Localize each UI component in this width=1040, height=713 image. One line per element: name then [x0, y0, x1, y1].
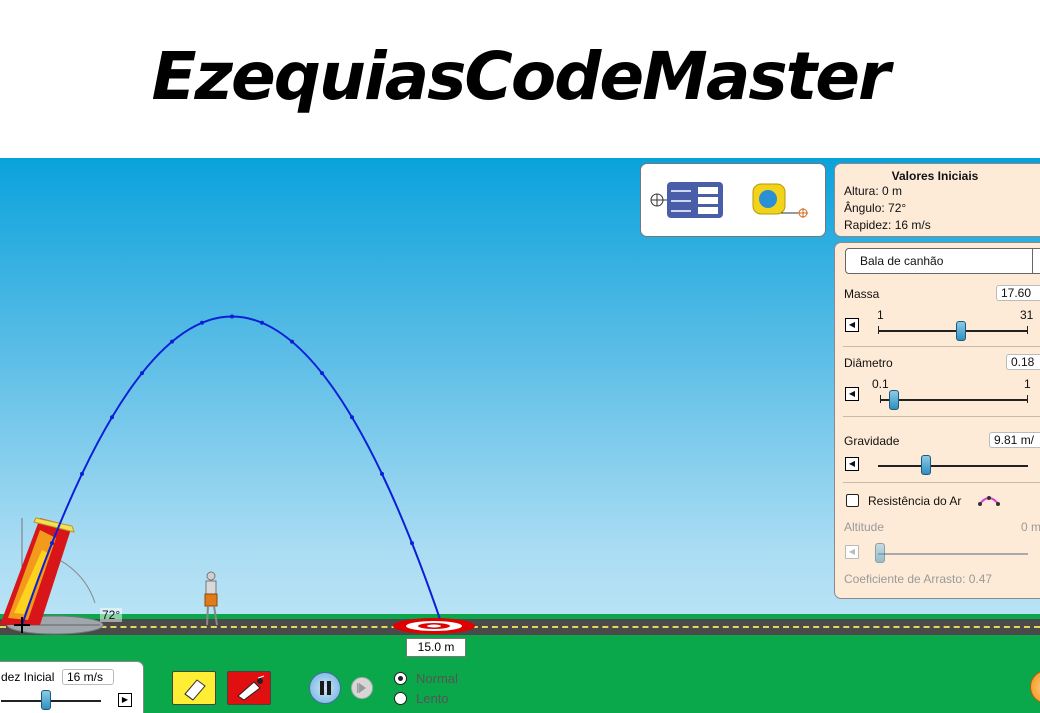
trajectory-time-marker [200, 320, 204, 325]
banner-title: EzequiasCodeMaster [151, 38, 890, 115]
initial-values-title: Valores Iniciais [891, 169, 979, 183]
mass-slider-track[interactable] [878, 330, 1028, 332]
pause-button[interactable] [309, 672, 341, 704]
projectile-properties-panel: Bala de canhão Massa 17.60 ◀ 1 31 Diâmet… [834, 242, 1040, 599]
mass-min: 1 [877, 308, 884, 322]
diameter-slider-track[interactable] [880, 399, 1028, 401]
gravity-slider-thumb[interactable] [921, 455, 931, 475]
altitude-label: Altitude [844, 520, 885, 534]
mass-slider-thumb[interactable] [956, 321, 966, 341]
trajectory-time-marker [290, 339, 294, 344]
initial-speed-panel: dez Inicial 16 m/s ▶ [0, 661, 144, 713]
gravity-value[interactable]: 9.81 m/ [989, 432, 1040, 448]
pause-icon [320, 681, 331, 695]
trajectory-time-marker [380, 471, 384, 476]
eraser-icon [184, 679, 206, 701]
trajectory-time-marker [260, 320, 264, 325]
speed-slow-radio[interactable] [394, 692, 407, 705]
initial-speed: Rapidez: 16 m/s [844, 218, 931, 232]
fire-button[interactable] [227, 671, 271, 705]
mass-tick-min [878, 326, 879, 334]
separator [843, 346, 1040, 347]
step-button[interactable] [351, 677, 373, 699]
speed-normal-label[interactable]: Normal [416, 671, 458, 686]
launch-angle-label[interactable]: 72° [100, 608, 123, 622]
eraser-button[interactable] [172, 671, 216, 705]
projectile-trajectory [21, 315, 443, 626]
gravity-slider-track[interactable] [878, 465, 1028, 467]
select-divider [1032, 249, 1033, 273]
data-probe-icon[interactable] [650, 182, 723, 218]
trajectory-time-marker [320, 371, 324, 376]
diameter-decrease-button[interactable]: ◀ [845, 387, 859, 401]
distance-readout: 15.0 m [406, 638, 466, 657]
speed-slider-thumb[interactable] [41, 690, 51, 710]
speed-slider-track[interactable] [1, 700, 101, 702]
gravity-label: Gravidade [844, 434, 900, 448]
projectile-select[interactable]: Bala de canhão [845, 248, 1040, 274]
mass-value[interactable]: 17.60 [996, 285, 1040, 301]
initial-height: Altura: 0 m [844, 184, 903, 198]
trajectory-time-marker [110, 415, 114, 420]
diameter-min: 0.1 [872, 377, 889, 391]
mass-tick-max [1027, 326, 1028, 334]
target[interactable] [393, 618, 475, 634]
trajectory-time-marker [350, 415, 354, 420]
separator [843, 482, 1040, 483]
initial-angle: Ângulo: 72° [844, 201, 907, 215]
drag-curve-icon [978, 496, 1000, 506]
initial-speed-label: dez Inicial [1, 670, 55, 684]
mass-max: 31 [1020, 308, 1034, 322]
trajectory-time-marker [80, 471, 84, 476]
tools-box [640, 163, 826, 237]
altitude-value: 0 m [1021, 520, 1040, 534]
trajectory-time-marker [410, 541, 414, 546]
tools-icons [650, 182, 808, 218]
altitude-decrease-button: ◀ [845, 545, 859, 559]
altitude-slider-track [878, 553, 1028, 555]
banner: EzequiasCodeMaster [0, 0, 1040, 158]
initial-speed-value[interactable]: 16 m/s [62, 669, 114, 685]
trajectory-time-marker [170, 339, 174, 344]
speed-increase-button[interactable]: ▶ [118, 693, 132, 707]
diameter-label: Diâmetro [844, 356, 893, 370]
trajectory-time-marker [140, 371, 144, 376]
tape-measure-icon[interactable] [752, 183, 808, 218]
cannon-fire-icon [237, 675, 265, 701]
initial-values-panel: Valores Iniciais Altura: 0 m Ângulo: 72°… [834, 163, 1040, 237]
trajectory-time-marker [50, 541, 54, 546]
mass-decrease-button[interactable]: ◀ [845, 318, 859, 332]
step-forward-icon [357, 683, 366, 693]
projectile-select-value: Bala de canhão [860, 254, 944, 268]
simulation-area: 72° 15.0 m Valores Iniciais Altura: 0 m … [0, 158, 1040, 713]
diameter-tick-min [880, 395, 881, 403]
speed-normal-radio[interactable] [394, 672, 407, 685]
air-resistance-label[interactable]: Resistência do Ar [868, 494, 961, 508]
mass-label: Massa [844, 287, 880, 301]
diameter-slider-thumb[interactable] [889, 390, 899, 410]
gravity-decrease-button[interactable]: ◀ [845, 457, 859, 471]
cannon[interactable] [0, 517, 75, 625]
diameter-tick-max [1027, 395, 1028, 403]
separator [843, 416, 1040, 417]
drag-coefficient-label: Coeficiente de Arrasto: 0.47 [844, 572, 993, 586]
diameter-max: 1 [1024, 377, 1031, 391]
altitude-slider-thumb [875, 543, 885, 563]
air-resistance-checkbox[interactable] [846, 494, 859, 507]
speed-slow-label[interactable]: Lento [416, 691, 449, 706]
trajectory-time-marker [230, 314, 234, 319]
diameter-value[interactable]: 0.18 [1006, 354, 1040, 370]
human-figure [204, 571, 218, 626]
